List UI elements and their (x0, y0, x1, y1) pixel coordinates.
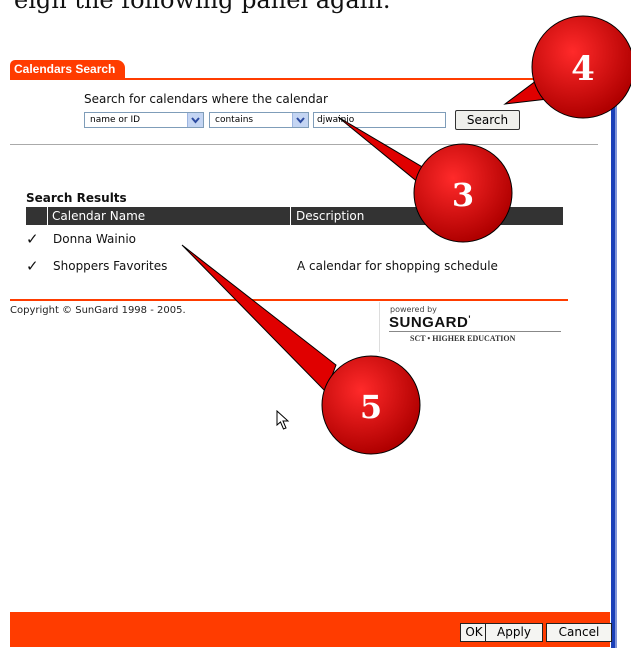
callout-4-label: 4 (571, 49, 595, 89)
callout-5-label: 5 (360, 388, 382, 426)
callout-annotations: 4 3 5 (181, 15, 631, 455)
callout-3-label: 3 (452, 176, 474, 214)
callout-5-pointer (181, 244, 337, 393)
